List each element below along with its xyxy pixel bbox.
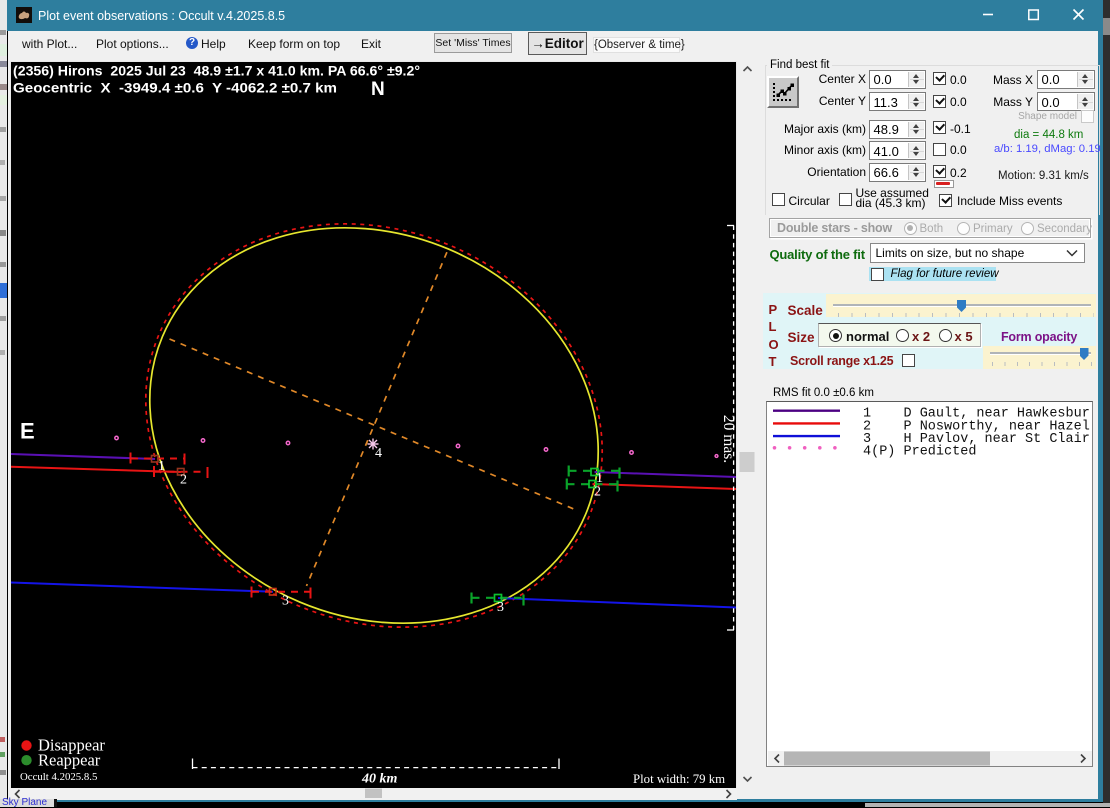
svg-text:40 km: 40 km [361, 772, 398, 787]
svg-text:Occult 4.2025.8.5: Occult 4.2025.8.5 [20, 771, 97, 783]
svg-text:Reappear: Reappear [38, 751, 101, 770]
svg-text:2: 2 [594, 485, 601, 500]
svg-text:N: N [371, 79, 385, 100]
svg-text:E: E [20, 419, 35, 444]
svg-text:3: 3 [497, 600, 504, 615]
svg-text:Plot width: 79 km: Plot width: 79 km [633, 772, 725, 786]
svg-text:4(P) Predicted: 4(P) Predicted [863, 445, 976, 460]
svg-text:4: 4 [375, 446, 382, 461]
svg-text:20 mas.: 20 mas. [720, 415, 737, 463]
svg-text:(2356) Hirons 2025 Jul 23 48: (2356) Hirons 2025 Jul 23 48.9 ±1.7 x 41… [13, 64, 420, 79]
svg-text:Geocentric X -3949.4 ±0.6 Y: Geocentric X -3949.4 ±0.6 Y -4062.2 ±0.7… [13, 81, 337, 96]
svg-text:1: 1 [158, 459, 165, 474]
svg-text:3: 3 [282, 594, 289, 609]
svg-text:2: 2 [180, 473, 187, 488]
